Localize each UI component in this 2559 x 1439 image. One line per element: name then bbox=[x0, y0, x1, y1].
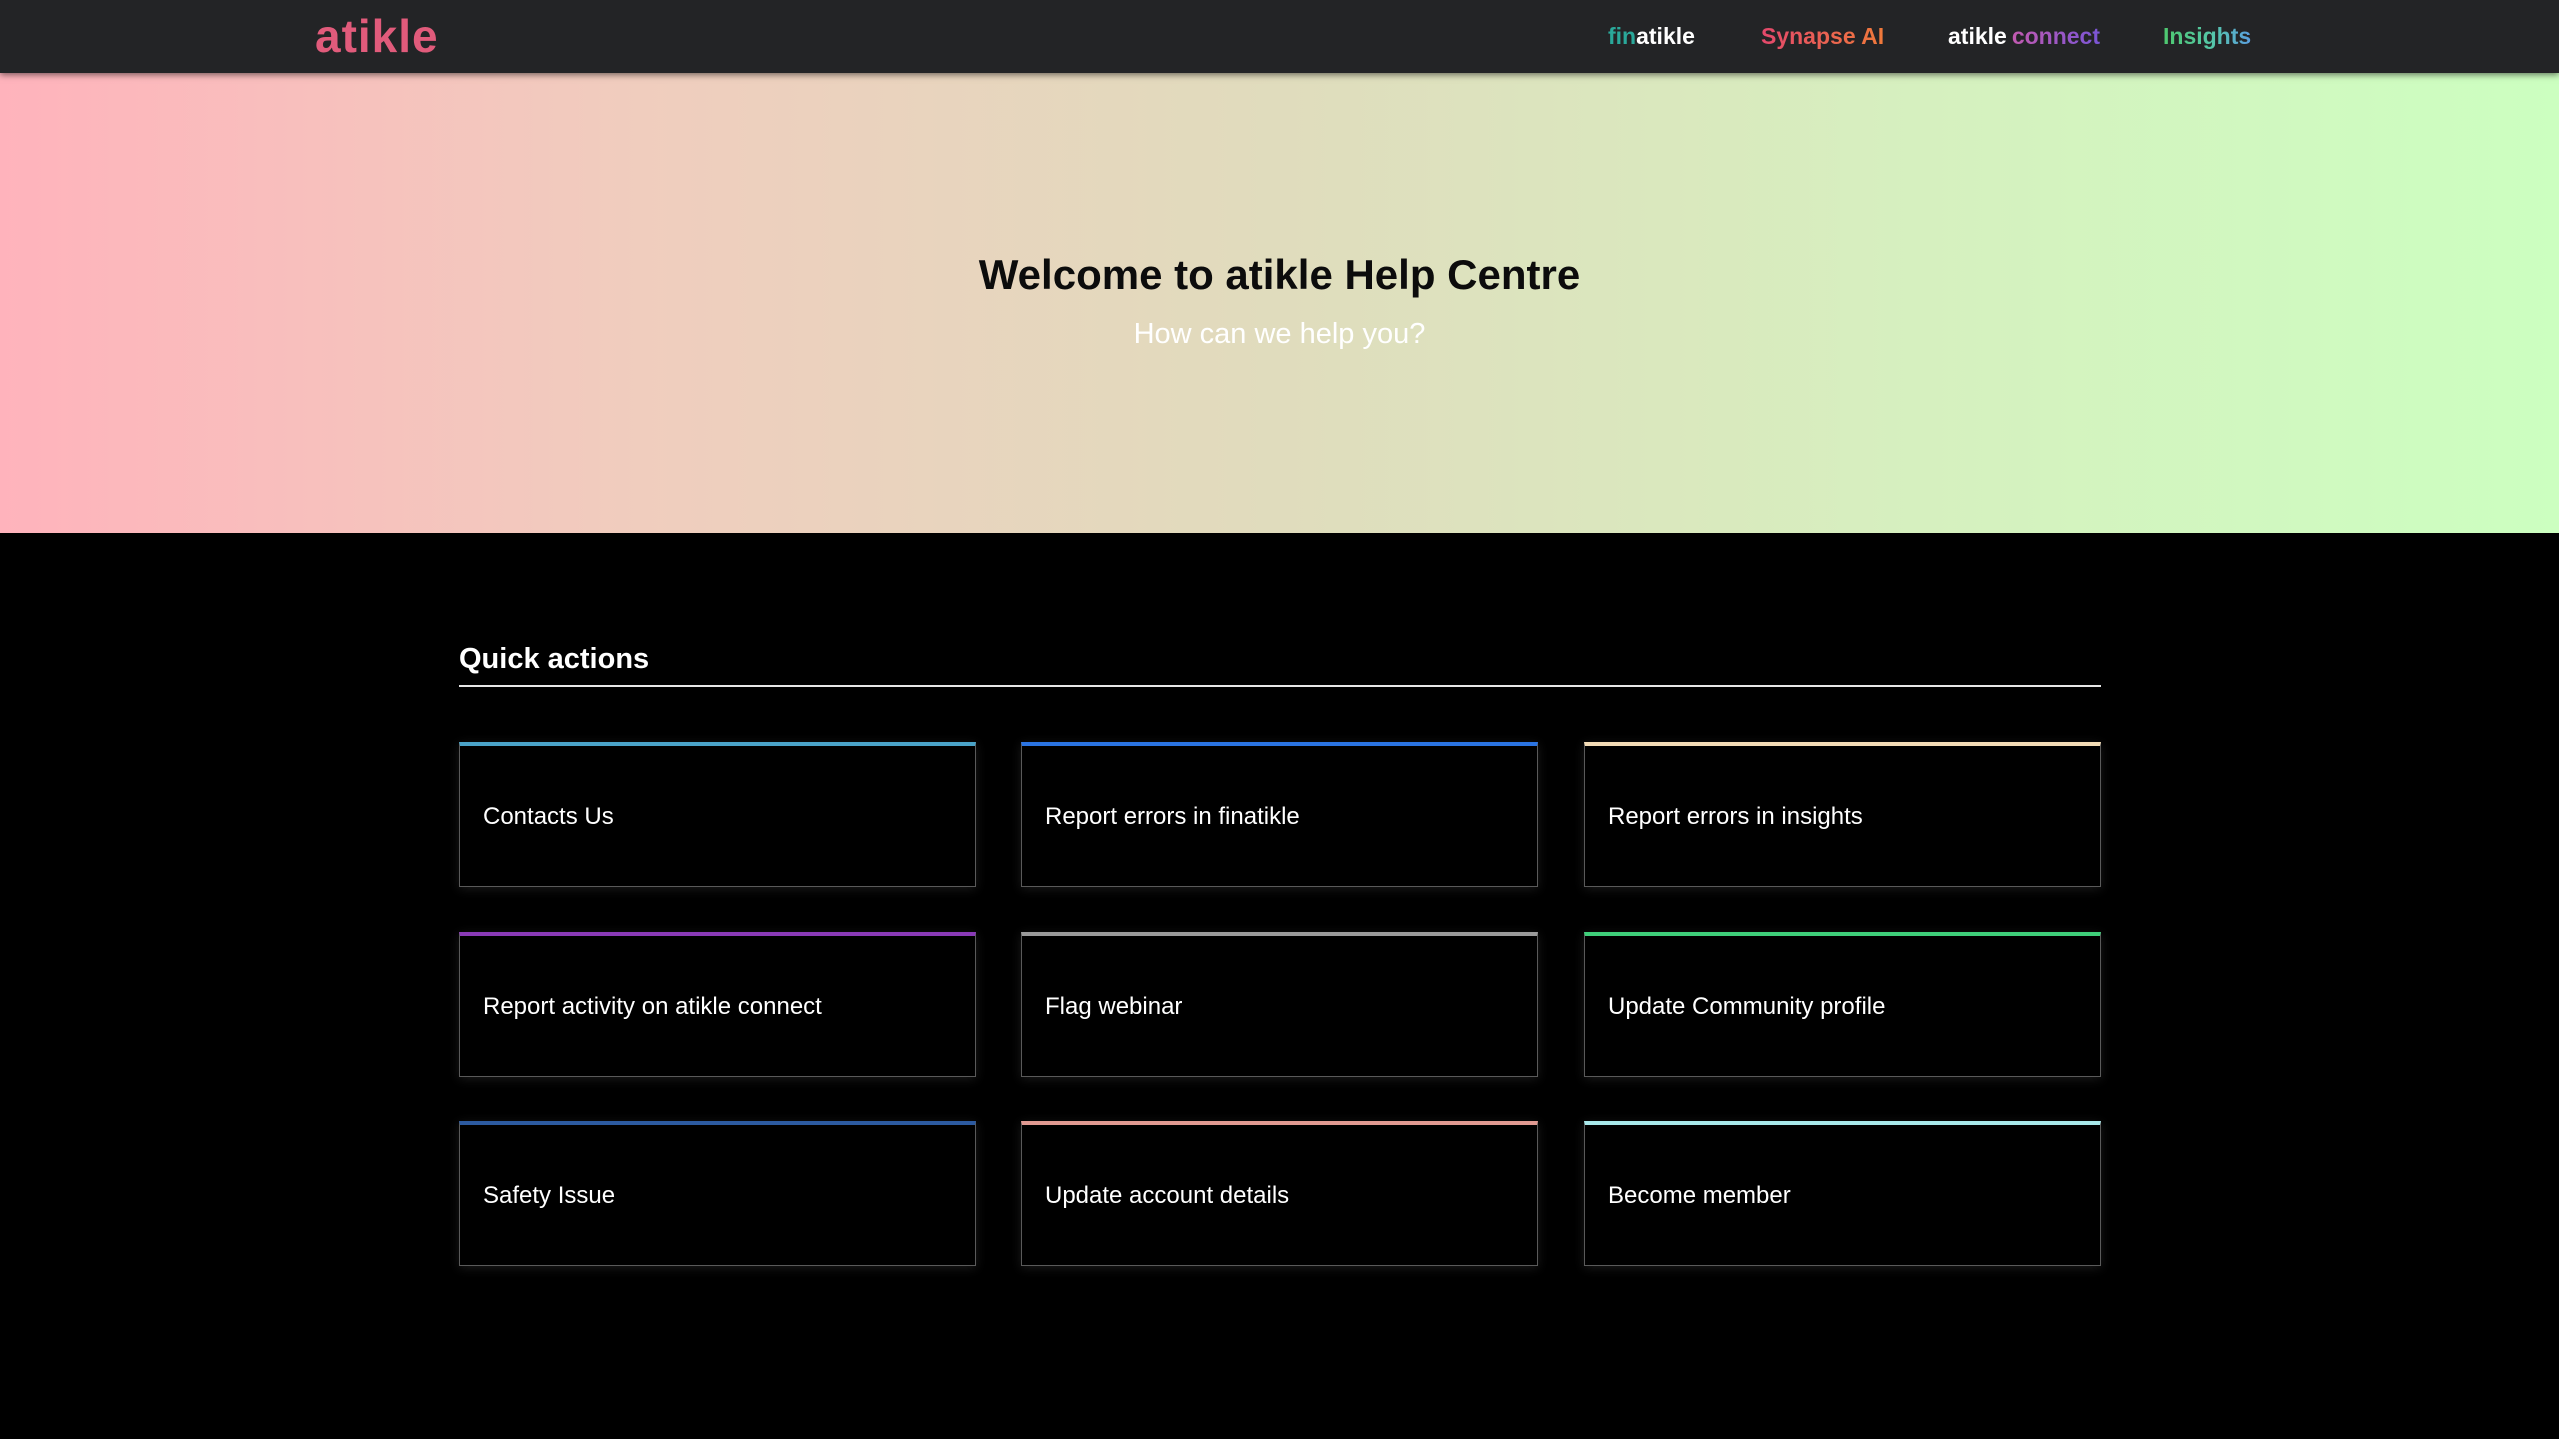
nav-connect-suffix: connect bbox=[2011, 23, 2101, 49]
quick-action-label: Contacts Us bbox=[483, 803, 614, 830]
quick-action-card[interactable]: Report errors in finatikle bbox=[1021, 742, 1538, 887]
nav-link-finatikle[interactable]: finatikle bbox=[1608, 21, 1695, 51]
nav-finatikle-suffix: atikle bbox=[1636, 23, 1695, 49]
hero-title: Welcome to atikle Help Centre bbox=[978, 251, 1581, 298]
quick-action-label: Become member bbox=[1608, 1182, 1791, 1209]
nav-link-insights[interactable]: Insights bbox=[2163, 21, 2251, 51]
hero-subtitle: How can we help you? bbox=[1133, 318, 1426, 350]
quick-action-card[interactable]: Become member bbox=[1584, 1121, 2101, 1266]
quick-action-card[interactable]: Report activity on atikle connect bbox=[459, 932, 976, 1077]
nav-link-synapse-ai[interactable]: Synapse AI bbox=[1761, 21, 1884, 51]
quick-actions-title: Quick actions bbox=[459, 643, 650, 675]
quick-action-label: Report errors in finatikle bbox=[1045, 803, 1300, 830]
quick-action-label: Safety Issue bbox=[483, 1182, 616, 1209]
top-nav-bar: atikle finatikle Synapse AI atikle connec… bbox=[0, 0, 2559, 73]
quick-action-card[interactable]: Update Community profile bbox=[1584, 932, 2101, 1077]
quick-action-label: Report activity on atikle connect bbox=[483, 993, 822, 1020]
quick-action-card[interactable]: Update account details bbox=[1021, 1121, 1538, 1266]
quick-action-card[interactable]: Contacts Us bbox=[459, 742, 976, 887]
nav-connect-prefix: atikle bbox=[1948, 23, 2007, 49]
quick-actions-section: Quick actions Contacts Us Report errors … bbox=[459, 533, 2101, 1439]
quick-action-card[interactable]: Report errors in insights bbox=[1584, 742, 2101, 887]
atikle-logo[interactable]: atikle bbox=[315, 8, 439, 64]
quick-action-card[interactable]: Safety Issue bbox=[459, 1121, 976, 1266]
quick-actions-divider bbox=[459, 685, 2101, 687]
quick-action-label: Flag webinar bbox=[1045, 993, 1183, 1020]
quick-action-card[interactable]: Flag webinar bbox=[1021, 932, 1538, 1077]
nav-synapse-label: Synapse AI bbox=[1761, 23, 1885, 49]
quick-action-label: Report errors in insights bbox=[1608, 803, 1863, 830]
nav-finatikle-prefix: fin bbox=[1608, 23, 1637, 49]
hero-banner: Welcome to atikle Help Centre How can we… bbox=[0, 73, 2559, 533]
quick-action-label: Update account details bbox=[1045, 1182, 1290, 1209]
nav-insights-label: Insights bbox=[2163, 23, 2252, 49]
quick-action-label: Update Community profile bbox=[1608, 993, 1886, 1020]
nav-link-atikle-connect[interactable]: atikle connect bbox=[1948, 21, 2100, 51]
